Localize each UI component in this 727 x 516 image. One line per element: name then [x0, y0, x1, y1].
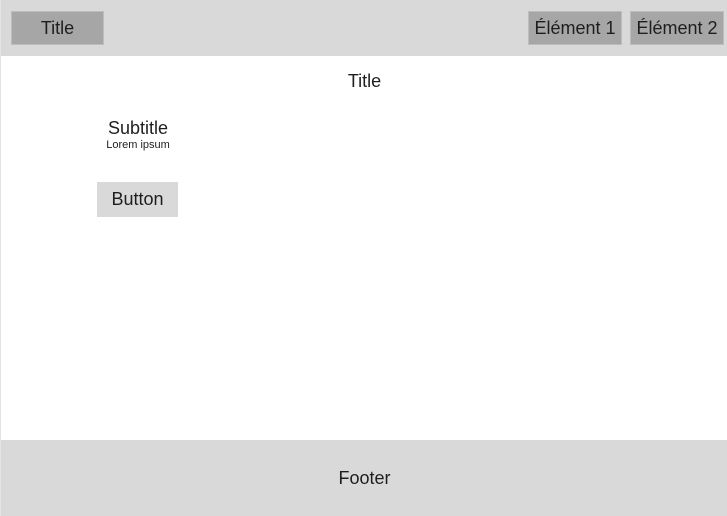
- header-bar: Title Élément 1 Élément 2: [1, 0, 727, 56]
- card-action-button[interactable]: Button: [97, 182, 178, 217]
- card-body-text: Lorem ipsum: [106, 139, 170, 151]
- nav-item-element-1[interactable]: Élément 1: [528, 11, 622, 45]
- footer-label: Footer: [338, 467, 391, 488]
- page: Title Élément 1 Élément 2 Title Subtitle…: [0, 0, 727, 516]
- page-title: Title: [347, 71, 382, 91]
- footer-bar: Footer: [1, 440, 727, 516]
- content-card: Subtitle Lorem ipsum: [93, 116, 183, 152]
- nav-item-element-2[interactable]: Élément 2: [630, 11, 724, 45]
- card-subtitle: Subtitle: [107, 118, 169, 138]
- header-title[interactable]: Title: [11, 11, 104, 45]
